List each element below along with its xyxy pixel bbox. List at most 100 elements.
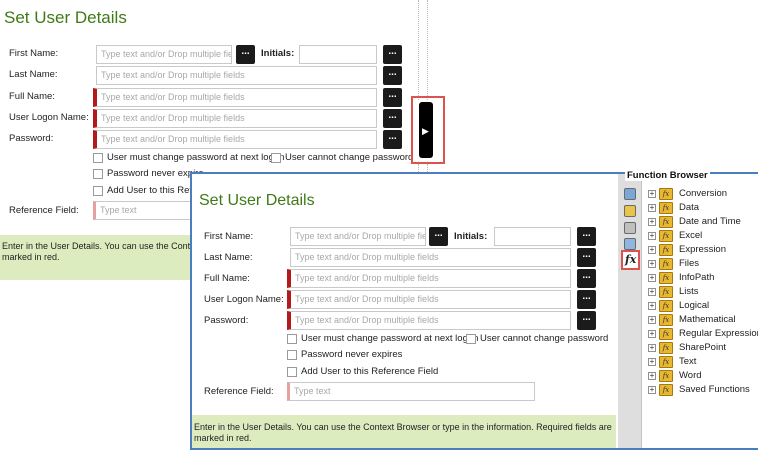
panel-divider [418, 0, 419, 100]
expand-plus-icon[interactable]: + [648, 246, 656, 254]
full-name-input[interactable]: Type text and/or Drop multiple fields [287, 269, 571, 288]
page-title: Set User Details [199, 192, 315, 209]
function-category-label: Conversion [679, 188, 728, 199]
first-name-label: First Name: [9, 48, 59, 59]
fields-icon[interactable] [624, 188, 636, 200]
logon-name-label: User Logon Name: [9, 112, 89, 123]
function-category-label: Word [679, 370, 702, 381]
function-folder-icon: fx [659, 258, 673, 270]
function-category-label: Text [679, 356, 697, 367]
first-name-browse-button[interactable]: ... [236, 45, 255, 64]
first-name-input[interactable]: Type text and/or Drop multiple fie [96, 45, 232, 64]
function-folder-icon: fx [659, 202, 673, 214]
function-folder-icon: fx [659, 384, 673, 396]
function-folder-icon: fx [659, 230, 673, 242]
footer-text-line1: Enter in the User Details. You can use t… [2, 241, 203, 251]
expand-plus-icon[interactable]: + [648, 358, 656, 366]
full-name-input[interactable]: Type text and/or Drop multiple fields [93, 88, 377, 107]
expand-plus-icon[interactable]: + [648, 316, 656, 324]
collapse-panel-handle[interactable]: ▶ [419, 102, 433, 158]
function-category-label: Expression [679, 244, 726, 255]
function-folder-icon: fx [659, 342, 673, 354]
function-category-label: InfoPath [679, 272, 715, 283]
initials-browse-button[interactable]: ... [383, 45, 402, 64]
function-folder-icon: fx [659, 188, 673, 200]
never-expires-label: Password never expires [301, 349, 403, 360]
help-footer: Enter in the User Details. You can use t… [0, 235, 203, 280]
never-expires-checkbox[interactable] [93, 169, 103, 179]
help-footer: Enter in the User Details. You can use t… [192, 415, 616, 448]
full-name-browse-button[interactable]: ... [383, 88, 402, 107]
expand-plus-icon[interactable]: + [648, 204, 656, 212]
cannot-change-checkbox[interactable] [271, 153, 281, 163]
context-icon[interactable] [624, 238, 636, 250]
expand-plus-icon[interactable]: + [648, 330, 656, 338]
logon-name-browse-button[interactable]: ... [577, 290, 596, 309]
last-name-browse-button[interactable]: ... [383, 66, 402, 85]
expand-plus-icon[interactable]: + [648, 218, 656, 226]
function-browser-title: Function Browser [625, 170, 710, 181]
expand-plus-icon[interactable]: + [648, 288, 656, 296]
add-user-label: Add User to this Reference Field [301, 366, 439, 377]
logon-name-input[interactable]: Type text and/or Drop multiple fields [93, 109, 377, 128]
first-name-browse-button[interactable]: ... [429, 227, 448, 246]
function-category-label: Data [679, 202, 700, 213]
function-category-label: Date and Time [679, 216, 741, 227]
full-name-label: Full Name: [9, 91, 55, 102]
last-name-input[interactable]: Type text and/or Drop multiple fields [96, 66, 377, 85]
function-category-label: Lists [679, 286, 699, 297]
password-label: Password: [204, 315, 249, 326]
expand-plus-icon[interactable]: + [648, 372, 656, 380]
fx-icon: fx [625, 253, 637, 266]
password-input[interactable]: Type text and/or Drop multiple fields [287, 311, 571, 330]
function-folder-icon: fx [659, 314, 673, 326]
never-expires-checkbox[interactable] [287, 350, 297, 360]
must-change-checkbox[interactable] [287, 334, 297, 344]
page-title: Set User Details [4, 8, 127, 27]
cannot-change-checkbox[interactable] [466, 334, 476, 344]
reference-field-input[interactable]: Type text [287, 382, 535, 401]
function-folder-icon: fx [659, 244, 673, 256]
password-input[interactable]: Type text and/or Drop multiple fields [93, 130, 377, 149]
expand-plus-icon[interactable]: + [648, 274, 656, 282]
expand-plus-icon[interactable]: + [648, 344, 656, 352]
cannot-change-label: User cannot change password [285, 152, 414, 163]
expand-plus-icon[interactable]: + [648, 232, 656, 240]
function-folder-icon: fx [659, 328, 673, 340]
initials-browse-button[interactable]: ... [577, 227, 596, 246]
folder-icon[interactable] [624, 205, 636, 217]
logon-name-input[interactable]: Type text and/or Drop multiple fields [287, 290, 571, 309]
full-name-browse-button[interactable]: ... [577, 269, 596, 288]
reference-field-input[interactable]: Type text [93, 201, 193, 220]
expand-plus-icon[interactable]: + [648, 190, 656, 198]
must-change-label: User must change password at next logon [107, 152, 285, 163]
function-folder-icon: fx [659, 286, 673, 298]
function-browser-tab[interactable]: fx [621, 250, 640, 270]
function-category-label: Excel [679, 230, 703, 241]
expand-plus-icon[interactable]: + [648, 386, 656, 394]
reference-field-label: Reference Field: [204, 386, 274, 397]
last-name-label: Last Name: [204, 252, 253, 263]
expand-plus-icon[interactable]: + [648, 260, 656, 268]
initials-label: Initials: [454, 231, 488, 242]
must-change-label: User must change password at next logon [301, 333, 479, 344]
expanded-form-panel: Set User Details First Name: Type text a… [190, 170, 758, 450]
logon-name-browse-button[interactable]: ... [383, 109, 402, 128]
initials-input[interactable] [299, 45, 377, 64]
last-name-input[interactable]: Type text and/or Drop multiple fields [290, 248, 571, 267]
function-browser: fx Function Browser + fx Conversion + fx Data… [618, 170, 758, 448]
password-browse-button[interactable]: ... [383, 130, 402, 149]
add-user-checkbox[interactable] [93, 186, 103, 196]
reference-field-label: Reference Field: [9, 205, 79, 216]
browser-tab-strip: fx [618, 174, 642, 448]
must-change-checkbox[interactable] [93, 153, 103, 163]
expand-plus-icon[interactable]: + [648, 302, 656, 310]
last-name-browse-button[interactable]: ... [577, 248, 596, 267]
add-user-checkbox[interactable] [287, 367, 297, 377]
password-browse-button[interactable]: ... [577, 311, 596, 330]
settings-icon[interactable] [624, 222, 636, 234]
full-name-label: Full Name: [204, 273, 250, 284]
initials-input[interactable] [494, 227, 571, 246]
first-name-input[interactable]: Type text and/or Drop multiple fie [290, 227, 426, 246]
initials-label: Initials: [261, 48, 295, 59]
